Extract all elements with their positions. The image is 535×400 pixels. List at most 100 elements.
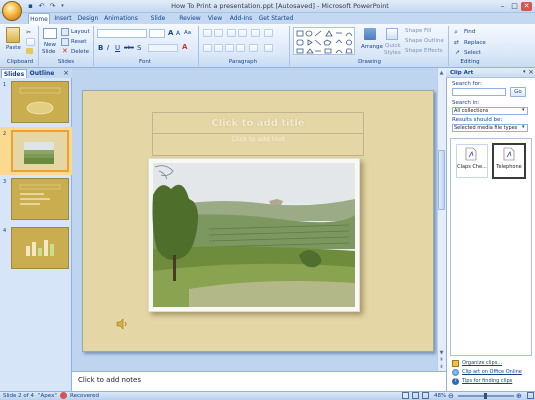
fit-to-window-icon[interactable]	[527, 392, 534, 399]
delete-icon[interactable]: ✕	[62, 48, 69, 55]
organize-clips-link[interactable]: Organize clips...	[462, 360, 502, 366]
previous-slide-icon[interactable]: ⇞	[438, 357, 445, 364]
scroll-down-icon[interactable]: ▼	[438, 350, 445, 357]
tab-design[interactable]: Design	[77, 13, 99, 24]
strikethrough-button[interactable]: abc	[124, 45, 134, 51]
italic-button[interactable]: I	[107, 44, 109, 52]
format-painter-icon[interactable]	[26, 48, 33, 54]
find-icon[interactable]: ⌕	[454, 28, 458, 37]
slide-sorter-icon[interactable]	[412, 392, 419, 399]
tab-get-started[interactable]: Get Started	[258, 13, 294, 24]
shape-effects-button[interactable]: Shape Effects	[405, 48, 443, 54]
task-pane-close-icon[interactable]: ×	[528, 68, 534, 76]
normal-view-icon[interactable]	[402, 392, 409, 399]
redo-icon[interactable]: ↷	[48, 2, 57, 11]
new-slide-button[interactable]: New	[44, 42, 56, 48]
sound-icon[interactable]	[116, 319, 128, 329]
paste-button[interactable]: Paste	[6, 45, 21, 51]
increase-indent-icon[interactable]	[238, 29, 247, 37]
office-button[interactable]	[2, 1, 22, 21]
shape-fill-button[interactable]: Shape Fill	[405, 28, 431, 34]
vineyard-photo[interactable]	[148, 158, 360, 312]
results-dropdown-icon[interactable]: ▾	[522, 124, 525, 130]
layout-icon[interactable]	[61, 28, 69, 36]
align-text-icon[interactable]	[264, 44, 273, 52]
zoom-out-icon[interactable]: ⊖	[448, 392, 454, 400]
underline-button[interactable]: U	[115, 44, 120, 52]
tab-home[interactable]: Home	[28, 13, 50, 24]
scroll-up-icon[interactable]: ▲	[438, 70, 445, 77]
replace-button[interactable]: Replace	[464, 40, 486, 46]
reset-icon[interactable]	[61, 38, 69, 46]
decrease-indent-icon[interactable]	[227, 29, 236, 37]
next-slide-icon[interactable]: ⇟	[438, 364, 445, 371]
slide-show-icon[interactable]	[422, 392, 429, 399]
minimize-button[interactable]: –	[497, 2, 508, 11]
select-button[interactable]: Select	[464, 50, 481, 56]
close-button[interactable]: ✕	[521, 2, 532, 11]
bold-button[interactable]: B	[98, 44, 103, 52]
title-placeholder[interactable]: Click to add title	[152, 112, 364, 134]
results-select[interactable]: Selected media file types	[452, 124, 528, 132]
quick-styles-button-line2[interactable]: Styles	[384, 50, 401, 56]
zoom-in-icon[interactable]: ⊕	[516, 392, 522, 400]
align-right-icon[interactable]	[225, 44, 234, 52]
replace-icon[interactable]: ⇄	[454, 39, 459, 46]
tab-review[interactable]: Review	[178, 13, 202, 24]
shrink-font-button[interactable]: A	[176, 30, 180, 37]
new-slide-button-line2[interactable]: Slide	[42, 49, 55, 55]
font-color-button[interactable]: A	[182, 43, 187, 51]
font-size-combo[interactable]	[149, 29, 165, 38]
tips-link[interactable]: Tips for finding clips	[462, 378, 512, 384]
cut-icon[interactable]: ✂	[26, 29, 33, 36]
tab-add-ins[interactable]: Add-Ins	[228, 13, 254, 24]
slide-thumbnail-2[interactable]	[11, 130, 69, 172]
clear-formatting-button[interactable]: Aa	[184, 30, 191, 36]
select-icon[interactable]: ➚	[455, 49, 460, 56]
arrange-button[interactable]: Arrange	[361, 44, 383, 50]
line-spacing-icon[interactable]	[251, 29, 260, 37]
search-in-select[interactable]: All collections	[452, 107, 528, 115]
shapes-gallery[interactable]	[293, 27, 355, 55]
grow-font-button[interactable]: A	[168, 29, 173, 37]
tab-slide-show[interactable]: Slide Show	[142, 13, 174, 33]
arrange-icon[interactable]	[364, 28, 376, 40]
bullets-icon[interactable]	[203, 29, 212, 37]
text-placeholder[interactable]: Click to add text	[152, 134, 364, 156]
close-panel-button[interactable]: ×	[62, 69, 70, 77]
tab-outline[interactable]: Outline	[28, 69, 56, 78]
scroll-thumb[interactable]	[438, 150, 445, 210]
reset-button[interactable]: Reset	[71, 39, 86, 45]
paste-icon[interactable]	[6, 27, 20, 43]
tab-insert[interactable]: Insert	[53, 13, 73, 24]
search-for-input[interactable]	[452, 88, 506, 96]
quick-access-menu-icon[interactable]: ▾	[58, 2, 67, 11]
tab-slides[interactable]: Slides	[1, 69, 27, 78]
numbering-icon[interactable]	[214, 29, 223, 37]
go-button[interactable]: Go	[510, 87, 526, 97]
zoom-slider-thumb[interactable]	[484, 393, 487, 399]
slide-thumbnail-3[interactable]	[11, 178, 69, 220]
quick-styles-icon[interactable]	[386, 28, 398, 40]
search-in-dropdown-icon[interactable]: ▾	[522, 107, 525, 113]
align-left-icon[interactable]	[203, 44, 212, 52]
justify-icon[interactable]	[236, 44, 245, 52]
slide-thumbnail-4[interactable]	[11, 227, 69, 269]
undo-icon[interactable]: ↶	[37, 2, 46, 11]
maximize-button[interactable]: □	[509, 2, 520, 11]
character-spacing-button[interactable]	[148, 44, 178, 52]
save-icon[interactable]: ▪	[26, 2, 35, 11]
quick-styles-button[interactable]: Quick	[385, 43, 401, 49]
vertical-scrollbar[interactable]	[437, 68, 446, 371]
zoom-level[interactable]: 48%	[434, 392, 446, 400]
layout-button[interactable]: Layout	[71, 29, 90, 35]
copy-icon[interactable]	[26, 38, 35, 46]
notes-placeholder[interactable]: Click to add notes	[78, 376, 141, 384]
shape-outline-button[interactable]: Shape Outline	[405, 38, 444, 44]
tab-view[interactable]: View	[206, 13, 224, 24]
slide-thumbnail-1[interactable]	[11, 81, 69, 123]
align-center-icon[interactable]	[214, 44, 223, 52]
clip-art-online-link[interactable]: Clip art on Office Online	[462, 369, 522, 375]
columns-icon[interactable]	[249, 44, 258, 52]
tab-animations[interactable]: Animations	[104, 13, 138, 24]
